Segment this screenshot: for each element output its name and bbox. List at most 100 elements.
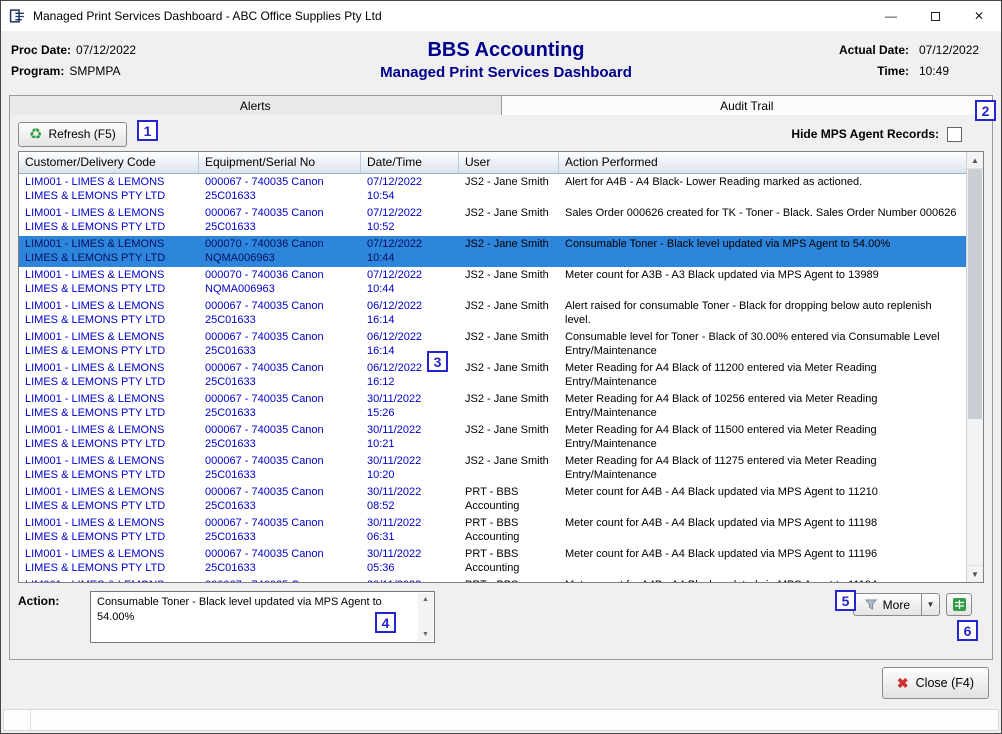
table-scrollbar[interactable]: ▲ ▼ (966, 152, 983, 582)
column-header-user[interactable]: User (459, 152, 559, 173)
action-scrollbar[interactable]: ▲ ▼ (418, 593, 433, 641)
equipment-cell: 000067 - 740035 Canon25C01633 (199, 391, 361, 422)
equipment-cell-text: 000067 - 740035 Canon (205, 175, 355, 189)
customer-cell: LIM001 - LIMES & LEMONSLIMES & LEMONS PT… (19, 391, 199, 422)
customer-cell: LIM001 - LIMES & LEMONSLIMES & LEMONS PT… (19, 267, 199, 298)
datetime-cell-text: 30/11/2022 (367, 454, 453, 468)
table-row[interactable]: LIM001 - LIMES & LEMONSLIMES & LEMONS PT… (19, 360, 966, 391)
time-label: Time: (839, 61, 909, 82)
equipment-cell-text: NQMA006963 (205, 251, 355, 265)
datetime-cell-text: 10:20 (367, 468, 453, 482)
minimize-button[interactable]: — (869, 1, 913, 31)
refresh-button[interactable]: ♻ Refresh (F5) (18, 122, 127, 147)
datetime-cell-text: 05:36 (367, 561, 453, 575)
equipment-cell-text: 25C01633 (205, 468, 355, 482)
action-cell: Meter count for A4B - A4 Black updated v… (559, 484, 966, 515)
table-row[interactable]: LIM001 - LIMES & LEMONSLIMES & LEMONS PT… (19, 422, 966, 453)
equipment-cell: 000067 - 740035 Canon25C01633 (199, 546, 361, 577)
equipment-cell: 000067 - 740035 Canon25C01633 (199, 515, 361, 546)
proc-date-value: 07/12/2022 (76, 43, 136, 57)
datetime-cell-text: 06:31 (367, 530, 453, 544)
action-cell: Meter count for A3B - A3 Black updated v… (559, 267, 966, 298)
user-cell: JS2 - Jane Smith (459, 174, 559, 205)
equipment-cell-text: 25C01633 (205, 437, 355, 451)
action-text: Consumable Toner - Black level updated v… (97, 596, 382, 623)
equipment-cell-text: NQMA006963 (205, 282, 355, 296)
export-button[interactable] (946, 593, 972, 616)
customer-cell-text: LIMES & LEMONS PTY LTD (25, 251, 193, 265)
action-cell: Meter Reading for A4 Black of 11200 ente… (559, 360, 966, 391)
table-header: Customer/Delivery Code Equipment/Serial … (19, 152, 966, 174)
customer-cell-text: LIMES & LEMONS PTY LTD (25, 313, 193, 327)
action-cell-text: Meter Reading for A4 Black of 10256 ente… (565, 392, 960, 420)
table-row[interactable]: LIM001 - LIMES & LEMONSLIMES & LEMONS PT… (19, 236, 966, 267)
user-cell: PRT - BBS Accounting (459, 515, 559, 546)
table-row[interactable]: LIM001 - LIMES & LEMONSLIMES & LEMONS PT… (19, 391, 966, 422)
table-row[interactable]: LIM001 - LIMES & LEMONSLIMES & LEMONS PT… (19, 298, 966, 329)
program-label: Program: (11, 64, 64, 78)
customer-cell-text: LIM001 - LIMES & LEMONS (25, 206, 193, 220)
customer-cell: LIM001 - LIMES & LEMONSLIMES & LEMONS PT… (19, 515, 199, 546)
program-value: SMPMPA (69, 64, 120, 78)
user-cell-text: JS2 - Jane Smith (465, 299, 553, 313)
scroll-up-icon[interactable]: ▲ (967, 152, 983, 169)
user-cell-text: JS2 - Jane Smith (465, 423, 553, 437)
minimize-icon: — (885, 9, 897, 23)
maximize-button[interactable] (913, 1, 957, 31)
actual-date-value: 07/12/2022 (919, 40, 991, 61)
header-titles: BBS Accounting Managed Print Services Da… (236, 37, 776, 93)
close-x-icon: ✖ (897, 676, 909, 690)
hide-mps-checkbox[interactable] (947, 127, 962, 142)
table-row[interactable]: LIM001 - LIMES & LEMONSLIMES & LEMONS PT… (19, 453, 966, 484)
tab-audit-trail[interactable]: Audit Trail (502, 95, 994, 117)
more-dropdown-button[interactable]: ▼ (922, 593, 940, 616)
datetime-cell-text: 30/11/2022 (367, 547, 453, 561)
customer-cell-text: LIMES & LEMONS PTY LTD (25, 282, 193, 296)
table-row[interactable]: LIM001 - LIMES & LEMONSLIMES & LEMONS PT… (19, 174, 966, 205)
proc-date-label: Proc Date: (11, 43, 71, 57)
column-header-datetime[interactable]: Date/Time (361, 152, 459, 173)
customer-cell-text: LIM001 - LIMES & LEMONS (25, 330, 193, 344)
customer-cell-text: LIMES & LEMONS PTY LTD (25, 530, 193, 544)
user-cell: PRT - BBS Accounting (459, 546, 559, 577)
column-header-equipment[interactable]: Equipment/Serial No (199, 152, 361, 173)
equipment-cell: 000067 - 740035 Canon25C01633 (199, 453, 361, 484)
table-row[interactable]: LIM001 - LIMES & LEMONSLIMES & LEMONS PT… (19, 546, 966, 577)
user-cell-text: JS2 - Jane Smith (465, 454, 553, 468)
table-row[interactable]: LIM001 - LIMES & LEMONSLIMES & LEMONS PT… (19, 515, 966, 546)
customer-cell-text: LIMES & LEMONS PTY LTD (25, 375, 193, 389)
tab-alerts[interactable]: Alerts (9, 95, 502, 117)
datetime-cell-text: 10:52 (367, 220, 453, 234)
header-left-info: Proc Date: 07/12/2022 Program: SMPMPA (11, 37, 236, 93)
datetime-cell-text: 30/11/2022 (367, 516, 453, 530)
audit-table: Customer/Delivery Code Equipment/Serial … (18, 151, 984, 583)
more-button[interactable]: More (853, 593, 922, 616)
table-row[interactable]: LIM001 - LIMES & LEMONSLIMES & LEMONS PT… (19, 329, 966, 360)
table-row[interactable]: LIM001 - LIMES & LEMONSLIMES & LEMONS PT… (19, 267, 966, 298)
action-scroll-down-icon[interactable]: ▼ (418, 628, 433, 641)
datetime-cell-text: 30/11/2022 (367, 392, 453, 406)
user-cell: JS2 - Jane Smith (459, 236, 559, 267)
action-buttons: More ▼ (853, 591, 972, 643)
user-cell-text: JS2 - Jane Smith (465, 175, 553, 189)
table-row[interactable]: LIM001 - LIMES & LEMONSLIMES & LEMONS PT… (19, 205, 966, 236)
app-icon (9, 8, 26, 25)
equipment-cell: 000067 - 740035 Canon25C01633 (199, 422, 361, 453)
scroll-down-icon[interactable]: ▼ (967, 565, 983, 582)
datetime-cell: 30/11/202210:20 (361, 453, 459, 484)
datetime-cell: 07/12/202210:44 (361, 267, 459, 298)
scrollbar-thumb[interactable] (968, 169, 982, 419)
table-row[interactable]: LIM001 - LIMES & LEMONSLIMES & LEMONS PT… (19, 484, 966, 515)
equipment-cell-text: 25C01633 (205, 375, 355, 389)
close-window-button[interactable]: ✕ (957, 1, 1001, 31)
equipment-cell-text: 000067 - 740035 Canon (205, 547, 355, 561)
table-row[interactable]: LIM001 - LIMES & LEMONSLIMES & LEMONS PT… (19, 577, 966, 582)
action-scroll-up-icon[interactable]: ▲ (418, 593, 433, 606)
datetime-cell-text: 16:14 (367, 313, 453, 327)
datetime-cell: 07/12/202210:52 (361, 205, 459, 236)
close-button[interactable]: ✖ Close (F4) (882, 667, 989, 699)
column-header-customer[interactable]: Customer/Delivery Code (19, 152, 199, 173)
proc-date-row: Proc Date: 07/12/2022 (11, 40, 236, 61)
column-header-action[interactable]: Action Performed (559, 152, 966, 173)
action-cell: Meter Reading for A4 Black of 11500 ente… (559, 422, 966, 453)
